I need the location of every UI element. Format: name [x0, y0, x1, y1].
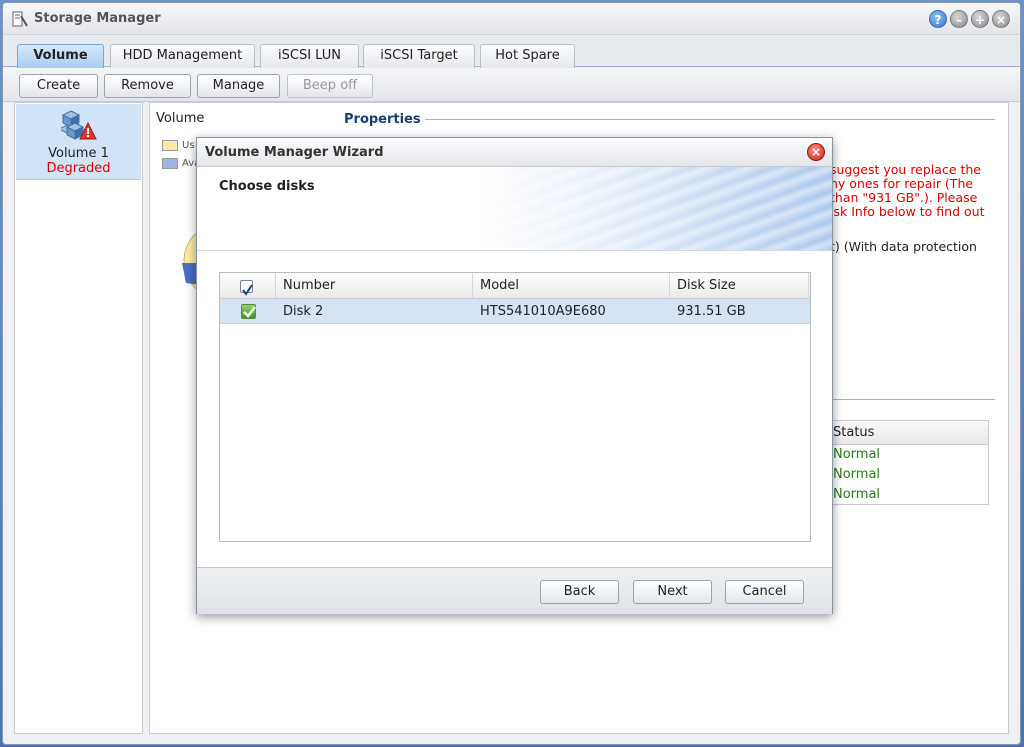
cancel-button[interactable]: Cancel — [725, 580, 804, 604]
banner-decoration — [447, 167, 832, 250]
available-legend-swatch — [162, 158, 178, 169]
model-column-header[interactable]: Model — [473, 273, 670, 299]
tab-hot-spare[interactable]: Hot Spare — [480, 44, 575, 68]
storage-manager-icon — [12, 11, 28, 27]
next-button[interactable]: Next — [633, 580, 712, 604]
number-column-header[interactable]: Number — [276, 273, 473, 299]
volume-list: Volume 1 Degraded — [14, 102, 143, 734]
tab-hdd-management[interactable]: HDD Management — [110, 44, 255, 68]
select-all-checkbox[interactable] — [240, 280, 253, 296]
remove-button[interactable]: Remove — [104, 74, 191, 98]
manage-button[interactable]: Manage — [197, 74, 280, 98]
window-title: Storage Manager — [34, 11, 161, 26]
title-bar: Storage Manager ? – + × — [3, 3, 1020, 35]
disk-status-cell: Normal — [833, 487, 881, 502]
degraded-warning-text: suggest you replace the hy ones for repa… — [830, 162, 985, 219]
disk-model-cell: HTS541010A9E680 — [480, 304, 606, 319]
dialog-footer: Back Next Cancel — [197, 567, 832, 614]
wizard-step-heading: Choose disks — [219, 179, 315, 194]
raid-type-text: t) (With data protection — [830, 239, 977, 254]
panel-title: Volume — [156, 111, 205, 126]
disk-selection-grid: Number Model Disk Size Disk 2 HTS541010A… — [219, 272, 811, 542]
table-row[interactable]: Disk 2 HTS541010A9E680 931.51 GB — [220, 299, 810, 324]
status-column-header: Status — [831, 421, 988, 445]
properties-divider — [425, 119, 995, 120]
volume-status: Degraded — [46, 161, 111, 176]
disk-status-cell: Normal — [833, 467, 881, 482]
help-icon[interactable]: ? — [929, 10, 947, 28]
disk-checkbox[interactable] — [241, 304, 256, 319]
tab-iscsi-target[interactable]: iSCSI Target — [363, 44, 475, 68]
dialog-title: Volume Manager Wizard — [205, 145, 384, 160]
tab-volume[interactable]: Volume — [17, 44, 104, 68]
disk-size-cell: 931.51 GB — [677, 304, 746, 319]
create-button[interactable]: Create — [19, 74, 98, 98]
used-legend-label: Us — [182, 140, 195, 151]
tab-bar: Volume HDD Management iSCSI LUN iSCSI Ta… — [3, 35, 1020, 68]
disk-number-cell: Disk 2 — [283, 304, 324, 319]
checkmark-icon — [243, 306, 256, 318]
wizard-banner: Choose disks — [197, 167, 832, 251]
maximize-icon[interactable]: + — [971, 10, 989, 28]
used-legend-swatch — [162, 140, 178, 151]
disk-status-cell: Normal — [833, 447, 881, 462]
checkmark-icon — [242, 284, 253, 296]
beep-off-button[interactable]: Beep off — [287, 74, 373, 98]
dialog-close-icon[interactable]: × — [807, 143, 825, 161]
storage-manager-window: Storage Manager ? – + × Volume HDD Manag… — [2, 2, 1021, 745]
minimize-icon[interactable]: – — [950, 10, 968, 28]
grid-header: Number Model Disk Size — [220, 273, 810, 299]
degraded-volume-icon — [61, 110, 97, 140]
toolbar: Create Remove Manage Beep off — [3, 68, 1020, 102]
back-button[interactable]: Back — [540, 580, 619, 604]
volume-name: Volume 1 — [48, 146, 109, 161]
disk-size-column-header[interactable]: Disk Size — [670, 273, 809, 299]
disk-info-divider — [830, 399, 995, 400]
disk-info-table: Status Normal Normal Normal — [830, 420, 989, 505]
tab-iscsi-lun[interactable]: iSCSI LUN — [260, 44, 359, 68]
volume-list-item[interactable]: Volume 1 Degraded — [16, 104, 141, 180]
volume-manager-wizard-dialog: Volume Manager Wizard × Choose disks Num… — [196, 137, 833, 614]
dialog-title-bar: Volume Manager Wizard × — [197, 138, 832, 167]
properties-heading: Properties — [344, 112, 421, 127]
close-icon[interactable]: × — [992, 10, 1010, 28]
select-all-column — [220, 273, 276, 299]
